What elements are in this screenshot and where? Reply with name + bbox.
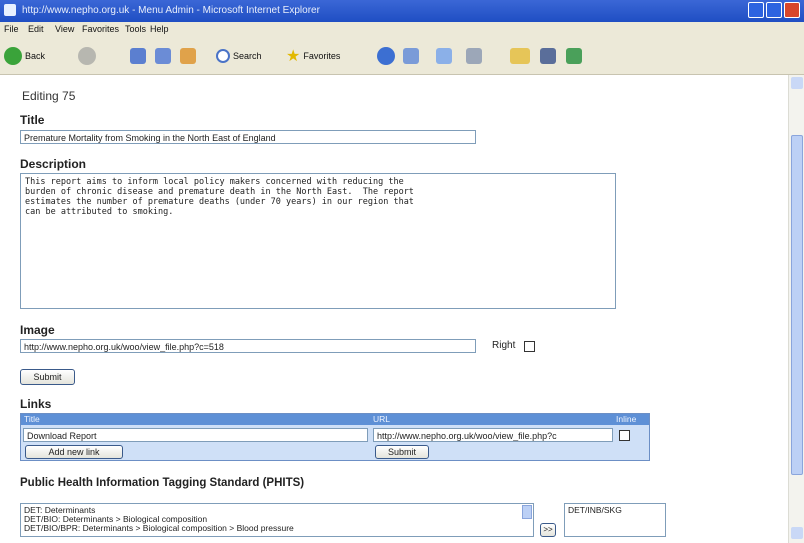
maximize-button[interactable] [766,2,782,18]
links-col-inline: Inline [616,414,637,424]
home-button[interactable] [180,45,196,67]
menu-favorites[interactable]: Favorites [82,24,119,34]
scroll-up-arrow-icon[interactable] [791,77,803,89]
phits-options-listbox[interactable]: DET: Determinants DET/BIO: Determinants … [20,503,534,537]
link-url-input[interactable]: http://www.nepho.org.uk/woo/view_file.ph… [373,428,613,442]
mail-icon [436,48,452,64]
search-icon [216,49,230,63]
star-icon: ★ [286,48,301,65]
favorites-button[interactable]: ★ Favorites [286,45,340,67]
selected-tags-listbox[interactable]: DET/INB/SKG [564,503,666,537]
menu-view[interactable]: View [55,24,74,34]
link-title-input[interactable]: Download Report [23,428,368,442]
image-heading: Image [20,323,55,337]
links-col-url: URL [373,414,391,424]
minimize-button[interactable] [748,2,764,18]
image-submit-button[interactable]: Submit [20,369,75,385]
back-arrow-icon [4,47,22,65]
menu-help[interactable]: Help [150,24,169,34]
refresh-icon [155,48,171,64]
research-icon [540,48,556,64]
add-new-link-button[interactable]: Add new link [25,445,123,459]
add-tag-button[interactable]: >> [540,523,556,537]
page-scrollbar[interactable] [788,75,804,543]
image-url-input[interactable]: http://www.nepho.org.uk/woo/view_file.ph… [20,339,476,353]
right-checkbox[interactable] [524,341,535,352]
messenger-button[interactable] [566,45,582,67]
back-button[interactable]: Back [4,45,45,67]
menu-bar: File Edit View Favorites Tools Help [0,22,804,37]
media-button[interactable] [377,45,395,67]
description-heading: Description [20,157,87,171]
print-button[interactable] [466,45,482,67]
links-submit-button[interactable]: Submit [375,445,429,459]
links-table: Title URL Inline Download Report http://… [20,413,650,461]
page-content: Editing 75 Title Premature Mortality fro… [0,75,788,543]
links-heading: Links [20,397,52,411]
window-title-bar: http://www.nepho.org.uk - Menu Admin - M… [0,0,804,22]
stop-icon [130,48,146,64]
links-table-header: Title URL Inline [21,414,649,425]
scroll-down-arrow-icon[interactable] [791,527,803,539]
back-label: Back [25,51,46,61]
media-icon [377,47,395,65]
refresh-button[interactable] [155,45,171,67]
favorites-label: Favorites [303,51,341,61]
menu-file[interactable]: File [4,24,19,34]
phits-heading: Public Health Information Tagging Standa… [20,477,305,489]
history-button[interactable] [403,45,419,67]
browser-toolbar: Back Search ★ Favorites [0,37,804,75]
title-heading: Title [20,113,45,127]
menu-tools[interactable]: Tools [125,24,146,34]
folder-button[interactable] [510,45,530,67]
ie-logo-icon [4,4,16,16]
messenger-icon [566,48,582,64]
menu-edit[interactable]: Edit [28,24,44,34]
forward-button[interactable] [78,45,96,67]
history-icon [403,48,419,64]
link-inline-checkbox[interactable] [619,430,630,441]
print-icon [466,48,482,64]
window-title: http://www.nepho.org.uk - Menu Admin - M… [22,5,320,16]
home-icon [180,48,196,64]
scroll-thumb[interactable] [791,135,803,475]
search-label: Search [233,51,262,61]
folder-icon [510,48,530,64]
editing-heading: Editing 75 [22,89,76,103]
search-button[interactable]: Search [216,45,262,67]
links-col-title: Title [24,414,40,424]
right-label: Right [492,340,516,351]
research-button[interactable] [540,45,556,67]
mail-button[interactable] [436,45,452,67]
listbox-scrollbar[interactable] [522,505,532,519]
close-button[interactable] [784,2,800,18]
title-input[interactable]: Premature Mortality from Smoking in the … [20,130,476,144]
description-textarea[interactable]: This report aims to inform local policy … [20,173,616,309]
phits-option[interactable]: DET/BIO/BPR: Determinants > Biological c… [24,524,530,533]
selected-tag[interactable]: DET/INB/SKG [568,506,662,515]
stop-button[interactable] [130,45,146,67]
forward-arrow-icon [78,47,96,65]
